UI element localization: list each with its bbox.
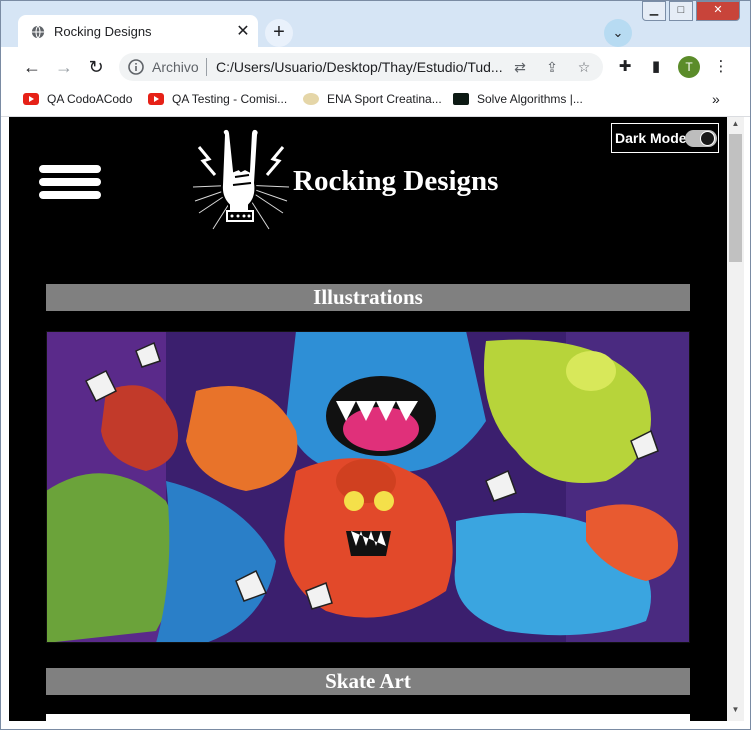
scroll-up-arrow-icon[interactable]: ▲ — [727, 119, 744, 131]
bookmark-label: QA Testing - Comisi... — [172, 92, 288, 106]
translate-icon[interactable]: ⇄ — [511, 58, 529, 76]
bookmarks-bar: QA CodoACodo QA Testing - Comisi... ENA … — [1, 87, 750, 117]
address-bar[interactable]: Archivo C:/Users/Usuario/Desktop/Thay/Es… — [119, 53, 603, 81]
maximize-button[interactable]: □ — [669, 1, 693, 21]
tab-rocking-designs[interactable]: Rocking Designs ✕ — [18, 15, 258, 49]
toggle-switch[interactable] — [685, 130, 717, 147]
reload-icon[interactable]: ↻ — [84, 55, 108, 79]
bookmark-item[interactable]: QA CodoACodo — [23, 92, 132, 112]
site-title: Rocking Designs — [293, 165, 499, 197]
bookmark-item[interactable]: ENA Sport Creatina... — [303, 92, 442, 112]
bookmark-item[interactable]: QA Testing - Comisi... — [148, 92, 287, 112]
section-heading-illustrations: Illustrations — [46, 284, 690, 311]
youtube-icon — [148, 93, 164, 105]
dark-mode-label: Dark Mode — [615, 130, 687, 146]
globe-icon — [31, 25, 45, 39]
ena-icon — [303, 93, 319, 105]
skate-art-image-top — [46, 714, 690, 721]
minimize-button[interactable]: ▁ — [642, 1, 666, 21]
share-icon[interactable]: ⇪ — [543, 58, 561, 76]
scrollbar-thumb[interactable] — [729, 134, 742, 262]
scroll-down-arrow-icon[interactable]: ▼ — [727, 705, 744, 717]
browser-window: Rocking Designs ✕ + ⌄ ▁ □ ✕ ← → ↻ Archiv… — [0, 0, 751, 730]
toggle-knob — [700, 131, 715, 146]
more-menu-icon[interactable]: ⋮ — [711, 57, 731, 77]
bookmark-label: Solve Algorithms |... — [477, 92, 583, 106]
profile-avatar[interactable]: T — [678, 56, 700, 78]
side-panel-icon[interactable]: ▮ — [646, 57, 666, 77]
extensions-puzzle-icon[interactable]: ✚ — [615, 57, 635, 77]
rock-hand-logo — [192, 127, 290, 230]
bookmark-item[interactable]: Solve Algorithms |... — [453, 92, 583, 112]
url-scheme-label: Archivo — [152, 59, 199, 75]
toolbar: ← → ↻ Archivo C:/Users/Usuario/Desktop/T… — [1, 47, 750, 87]
tab-search-chevron-icon[interactable]: ⌄ — [604, 19, 632, 47]
tab-title: Rocking Designs — [54, 24, 152, 39]
vertical-scrollbar[interactable]: ▲ ▼ — [727, 117, 744, 721]
new-tab-button[interactable]: + — [265, 19, 293, 47]
bookmark-label: ENA Sport Creatina... — [327, 92, 442, 106]
youtube-icon — [23, 93, 39, 105]
illustration-image — [46, 331, 690, 643]
close-window-button[interactable]: ✕ — [696, 1, 740, 21]
bookmark-label: QA CodoACodo — [47, 92, 133, 106]
url-separator — [206, 58, 207, 76]
back-arrow-icon[interactable]: ← — [20, 55, 44, 79]
page-viewport: Rocking Designs Dark Mode Illustrations — [9, 117, 727, 721]
tab-strip: Rocking Designs ✕ + ⌄ ▁ □ ✕ — [1, 1, 750, 49]
hamburger-menu-icon[interactable] — [39, 165, 101, 199]
close-tab-icon[interactable]: ✕ — [234, 21, 252, 41]
hackerrank-icon — [453, 93, 469, 105]
bookmark-star-icon[interactable]: ☆ — [575, 58, 593, 76]
bookmarks-overflow-chevron-icon[interactable]: » — [712, 91, 720, 107]
forward-arrow-icon[interactable]: → — [52, 55, 76, 79]
dark-mode-toggle[interactable]: Dark Mode — [611, 123, 719, 153]
url-text[interactable]: C:/Users/Usuario/Desktop/Thay/Estudio/Tu… — [216, 59, 506, 75]
section-heading-skate-art: Skate Art — [46, 668, 690, 695]
info-icon[interactable] — [127, 58, 145, 76]
